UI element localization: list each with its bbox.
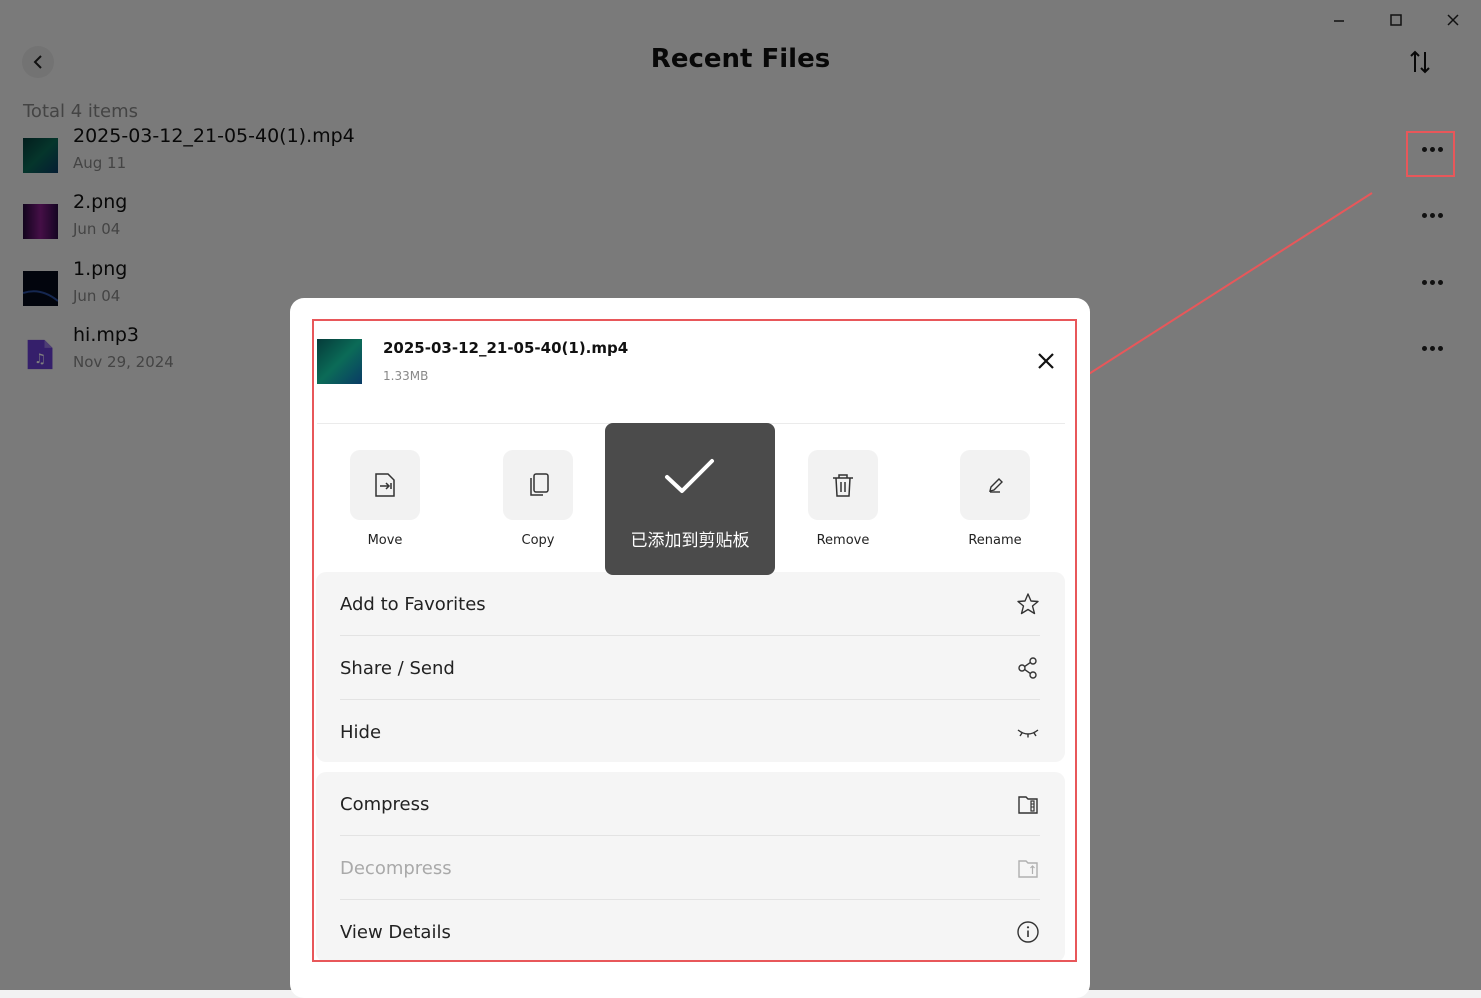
highlight-box-sheet (312, 319, 1077, 962)
checkmark-icon (665, 459, 714, 493)
toast-message: 已添加到剪贴板 (630, 531, 750, 551)
clipboard-toast: 已添加到剪贴板 (605, 423, 775, 575)
